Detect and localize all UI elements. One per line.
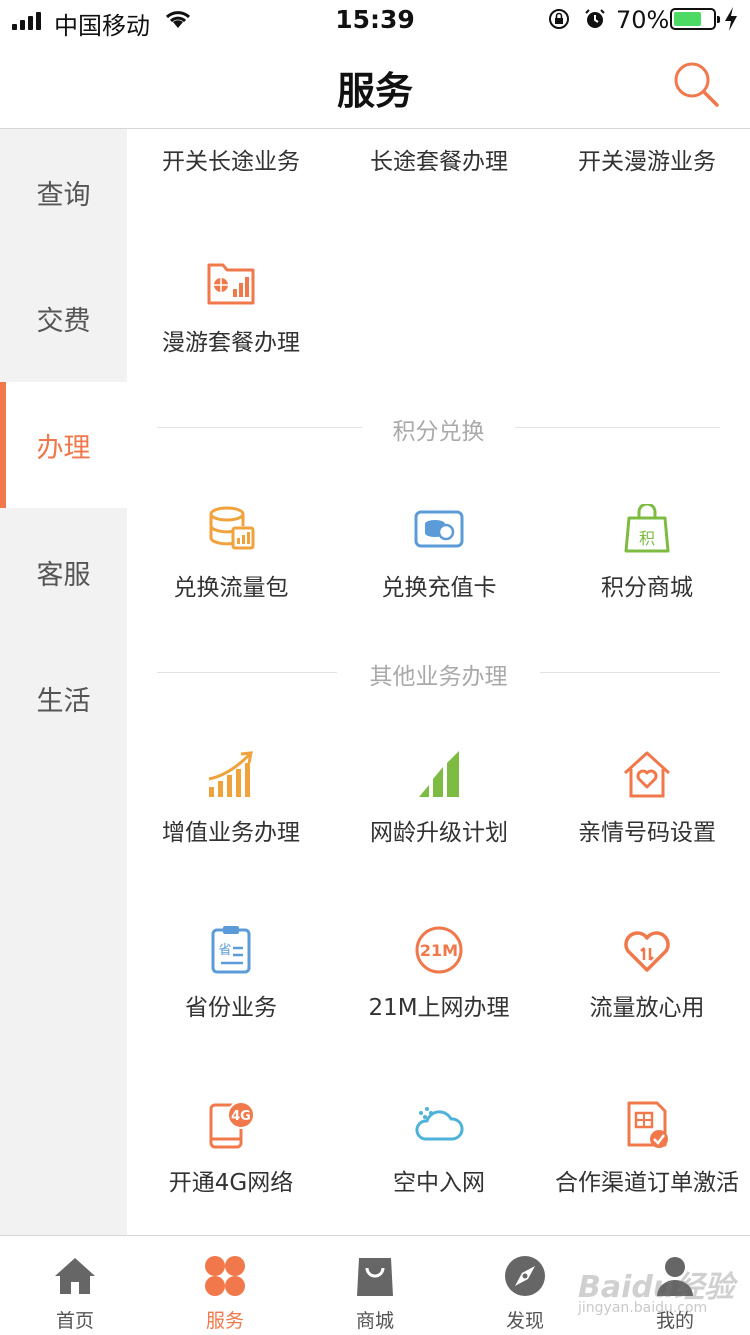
nav-bar: 服务 (0, 40, 750, 129)
exchange-data-pack-item[interactable]: 兑换流量包 (127, 504, 335, 602)
points-mall-icon: 积 (624, 504, 670, 553)
4g-network-icon: 4G (209, 1101, 255, 1149)
services-icon (205, 1256, 245, 1296)
sidebar-item-customer-service[interactable]: 客服 (0, 509, 127, 635)
section-title: 积分兑换 (392, 419, 485, 445)
service-content: 开关长途业务 长途套餐办理 开关漫游业务 漫游套餐办理 积分兑换 兑换流量包 兑… (127, 129, 750, 1235)
svg-text:4G: 4G (231, 1109, 251, 1124)
service-label: 兑换充值卡 (381, 575, 497, 601)
points-mall-item[interactable]: 积 积分商城 (543, 504, 750, 602)
network-age-icon (419, 751, 459, 797)
service-label: 网龄升级计划 (370, 820, 508, 846)
service-label: 积分商城 (601, 575, 693, 601)
province-service-item[interactable]: 省 省份业务 (127, 924, 335, 1022)
sidebar-item-life[interactable]: 生活 (0, 635, 127, 761)
tab-label: 服务 (205, 1310, 244, 1332)
tab-services[interactable]: 服务 (150, 1236, 300, 1335)
service-label: 漫游套餐办理 (162, 330, 300, 356)
province-service-icon: 省 (211, 926, 251, 974)
service-label: 长途套餐办理 (370, 149, 508, 175)
service-label: 开通4G网络 (168, 1170, 294, 1196)
compass-icon (505, 1256, 545, 1296)
svg-text:积: 积 (639, 529, 655, 548)
order-activation-item[interactable]: 合作渠道订单激活 (543, 1099, 750, 1197)
roaming-package-item[interactable]: 漫游套餐办理 (127, 259, 335, 357)
data-worry-free-icon (624, 931, 670, 972)
service-label: 21M上网办理 (368, 995, 510, 1021)
page-title: 服务 (336, 69, 413, 113)
svg-text:21M: 21M (420, 941, 458, 960)
service-label: 流量放心用 (589, 995, 705, 1021)
alarm-icon (585, 9, 605, 28)
network-age-upgrade-item[interactable]: 网龄升级计划 (335, 749, 543, 847)
tab-label: 首页 (55, 1310, 94, 1332)
sidebar-item-handle[interactable]: 办理 (0, 382, 127, 508)
service-label: 省份业务 (185, 995, 277, 1021)
service-label: 开关长途业务 (162, 149, 300, 175)
service-label: 亲情号码设置 (578, 820, 716, 846)
svg-text:省: 省 (218, 943, 231, 958)
sidebar-item-label: 查询 (36, 179, 91, 211)
family-number-icon (623, 751, 671, 798)
long-distance-package-item[interactable]: 长途套餐办理 (335, 142, 543, 176)
sidebar-item-payment[interactable]: 交费 (0, 255, 127, 381)
long-distance-toggle-item[interactable]: 开关长途业务 (127, 142, 335, 176)
21m-internet-icon: 21M (415, 926, 463, 974)
sidebar-item-label: 客服 (36, 559, 91, 591)
service-label: 增值业务办理 (162, 820, 300, 846)
data-pack-icon (209, 506, 255, 550)
charging-icon (725, 7, 737, 31)
sidebar-item-label: 生活 (36, 685, 91, 717)
sidebar-item-label: 办理 (36, 432, 91, 464)
search-icon[interactable] (672, 60, 720, 108)
21m-internet-item[interactable]: 21M 21M上网办理 (335, 924, 543, 1022)
shopping-bag-icon (357, 1258, 393, 1296)
category-sidebar: 查询 交费 办理 客服 生活 (0, 129, 127, 1235)
battery-percent: 70% (616, 6, 670, 34)
section-title: 其他业务办理 (369, 664, 508, 690)
family-number-item[interactable]: 亲情号码设置 (543, 749, 750, 847)
rotation-lock-icon (549, 9, 569, 29)
service-label: 开关漫游业务 (578, 149, 716, 175)
roaming-package-icon (207, 263, 255, 305)
other-services-section-header: 其他业务办理 (157, 657, 720, 690)
cloud-network-icon (415, 1107, 464, 1141)
points-section-header: 积分兑换 (157, 412, 720, 445)
cloud-network-item[interactable]: 空中入网 (335, 1099, 543, 1197)
open-4g-network-item[interactable]: 4G 开通4G网络 (127, 1099, 335, 1197)
order-activation-icon (627, 1101, 668, 1148)
home-icon (55, 1258, 95, 1294)
status-bar: 中国移动 15:39 70% (0, 0, 750, 40)
roaming-toggle-item[interactable]: 开关漫游业务 (543, 142, 750, 176)
tab-mall[interactable]: 商城 (300, 1236, 450, 1335)
recharge-card-icon (414, 510, 464, 548)
service-label: 兑换流量包 (173, 575, 289, 601)
tab-home[interactable]: 首页 (0, 1236, 150, 1335)
sidebar-item-label: 交费 (36, 305, 91, 337)
service-label: 空中入网 (393, 1170, 485, 1196)
battery-icon (670, 8, 720, 30)
tab-label: 商城 (355, 1310, 394, 1332)
exchange-recharge-card-item[interactable]: 兑换充值卡 (335, 504, 543, 602)
watermark-url: jingyan.baidu.com (578, 1300, 708, 1316)
data-worry-free-item[interactable]: 流量放心用 (543, 924, 750, 1022)
service-label: 合作渠道订单激活 (555, 1170, 739, 1196)
sidebar-item-query[interactable]: 查询 (0, 129, 127, 255)
value-added-icon (208, 751, 253, 797)
value-added-service-item[interactable]: 增值业务办理 (127, 749, 335, 847)
